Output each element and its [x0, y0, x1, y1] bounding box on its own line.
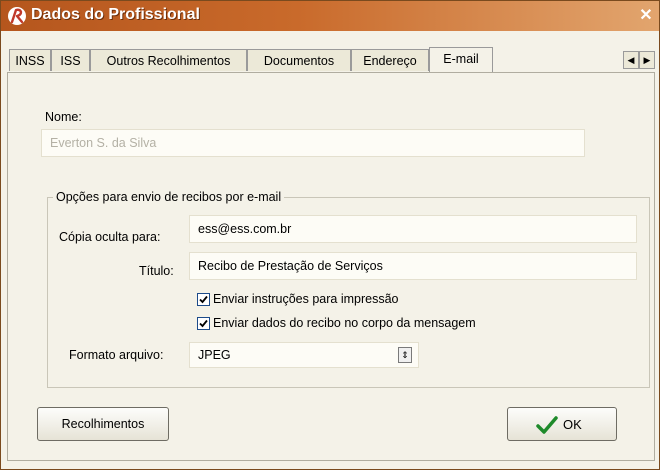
formato-arquivo-value: JPEG — [198, 348, 231, 362]
close-icon[interactable]: ✕ — [637, 7, 655, 25]
tab-email[interactable]: E-mail — [429, 47, 493, 73]
ok-button-label: OK — [563, 417, 582, 432]
tab-documentos[interactable]: Documentos — [247, 49, 351, 71]
checkmark-icon — [536, 415, 558, 438]
ok-button[interactable]: OK — [507, 407, 617, 441]
nome-label: Nome: — [45, 110, 82, 124]
copia-oculta-label: Cópia oculta para: — [59, 230, 161, 244]
tab-scroll-right-icon[interactable]: ▶ — [639, 51, 655, 69]
enviar-dados-label[interactable]: Enviar dados do recibo no corpo da mensa… — [213, 316, 476, 330]
nome-field: Everton S. da Silva — [41, 129, 585, 157]
formato-arquivo-select[interactable]: JPEG ⇕ — [189, 342, 419, 368]
recolhimentos-button-label: Recolhimentos — [61, 417, 145, 431]
titulo-input[interactable]: Recibo de Prestação de Serviços — [189, 252, 637, 280]
formato-arquivo-label: Formato arquivo: — [69, 348, 164, 362]
copia-oculta-input[interactable]: ess@ess.com.br — [189, 215, 637, 243]
tab-endereco[interactable]: Endereço — [351, 49, 429, 71]
tab-scroll-left-icon[interactable]: ◀ — [623, 51, 639, 69]
enviar-dados-checkbox[interactable] — [197, 317, 210, 330]
app-logo-icon — [7, 6, 27, 26]
tab-iss[interactable]: ISS — [51, 49, 90, 71]
title-bar[interactable]: Dados do Profissional ✕ — [1, 1, 659, 31]
tab-outros-recolhimentos[interactable]: Outros Recolhimentos — [90, 49, 247, 71]
email-options-title: Opções para envio de recibos por e-mail — [53, 190, 285, 204]
spinner-arrows-icon[interactable]: ⇕ — [398, 347, 412, 363]
titulo-label: Título: — [139, 264, 174, 278]
recolhimentos-button[interactable]: Recolhimentos — [37, 407, 169, 441]
enviar-instrucoes-label[interactable]: Enviar instruções para impressão — [213, 292, 399, 306]
enviar-instrucoes-checkbox[interactable] — [197, 293, 210, 306]
window-title: Dados do Profissional — [31, 6, 200, 23]
dialog-window: Dados do Profissional ✕ INSS ISS Outros … — [0, 0, 660, 470]
tab-inss[interactable]: INSS — [9, 49, 51, 71]
